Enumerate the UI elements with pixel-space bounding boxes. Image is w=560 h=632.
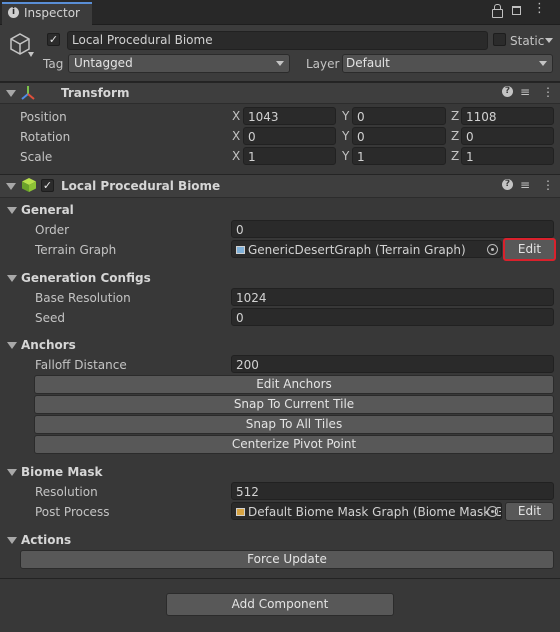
- terrain-graph-label: Terrain Graph: [35, 243, 117, 257]
- mask-resolution-field[interactable]: 512: [231, 482, 554, 500]
- seed-label: Seed: [35, 311, 65, 325]
- falloff-distance-label: Falloff Distance: [35, 358, 127, 372]
- mask-resolution-label: Resolution: [35, 485, 98, 499]
- graph-asset-icon: [236, 508, 245, 516]
- position-y-field[interactable]: 0: [352, 107, 446, 125]
- rotation-z-field[interactable]: 0: [461, 127, 554, 145]
- snap-to-current-tile-button[interactable]: Snap To Current Tile: [34, 395, 554, 414]
- tab-title: Inspector: [24, 6, 80, 20]
- presets-icon[interactable]: ≡: [520, 178, 530, 192]
- component-title: Local Procedural Biome: [61, 179, 221, 193]
- snap-to-all-tiles-button[interactable]: Snap To All Tiles: [34, 415, 554, 434]
- position-z-field[interactable]: 1108: [461, 107, 554, 125]
- lock-icon[interactable]: [492, 9, 503, 18]
- foldout-arrow-icon[interactable]: [7, 342, 17, 349]
- static-checkbox[interactable]: [493, 33, 506, 46]
- more-menu-icon[interactable]: ⋮: [542, 85, 554, 99]
- terrain-graph-edit-button[interactable]: Edit: [503, 238, 556, 261]
- foldout-arrow-icon[interactable]: [7, 275, 17, 282]
- order-field[interactable]: 0: [231, 220, 554, 238]
- biome-mask-header[interactable]: Biome Mask: [21, 464, 103, 480]
- transform-title: Transform: [61, 86, 130, 100]
- falloff-distance-field[interactable]: 200: [231, 355, 554, 373]
- scale-label: Scale: [20, 150, 53, 164]
- maximize-icon[interactable]: [512, 6, 521, 15]
- scale-x-field[interactable]: 1: [243, 147, 336, 165]
- chevron-down-icon: [276, 61, 284, 66]
- anchors-header[interactable]: Anchors: [21, 337, 76, 353]
- component-enabled-checkbox[interactable]: ✓: [41, 179, 54, 192]
- biome-cube-icon: [22, 178, 36, 192]
- foldout-arrow-icon[interactable]: [7, 207, 17, 214]
- foldout-arrow-icon[interactable]: [7, 537, 17, 544]
- active-checkbox[interactable]: ✓: [47, 33, 60, 46]
- position-label: Position: [20, 110, 67, 124]
- z-axis-label[interactable]: Z: [451, 147, 459, 165]
- foldout-arrow-icon[interactable]: [6, 183, 16, 190]
- scale-y-field[interactable]: 1: [352, 147, 446, 165]
- foldout-arrow-icon[interactable]: [6, 90, 16, 97]
- more-menu-icon[interactable]: ⋮: [533, 2, 546, 16]
- y-axis-label[interactable]: Y: [342, 127, 349, 145]
- position-x-field[interactable]: 1043: [243, 107, 336, 125]
- object-picker-icon[interactable]: [487, 244, 498, 255]
- edit-anchors-button[interactable]: Edit Anchors: [34, 375, 554, 394]
- actions-header[interactable]: Actions: [21, 532, 71, 548]
- scale-z-field[interactable]: 1: [461, 147, 554, 165]
- static-label: Static: [510, 34, 545, 48]
- rotation-label: Rotation: [20, 130, 71, 144]
- rotation-y-field[interactable]: 0: [352, 127, 446, 145]
- force-update-button[interactable]: Force Update: [20, 550, 554, 569]
- x-axis-label[interactable]: X: [232, 107, 240, 125]
- rotation-x-field[interactable]: 0: [243, 127, 336, 145]
- more-menu-icon[interactable]: ⋮: [542, 178, 554, 192]
- z-axis-label[interactable]: Z: [451, 107, 459, 125]
- icon-dropdown-arrow[interactable]: [28, 52, 34, 57]
- object-name-field[interactable]: Local Procedural Biome: [67, 31, 488, 50]
- post-process-label: Post Process: [35, 505, 110, 519]
- centerize-pivot-point-button[interactable]: Centerize Pivot Point: [34, 435, 554, 454]
- chevron-down-icon: [539, 61, 547, 66]
- tag-dropdown[interactable]: Untagged: [68, 54, 290, 73]
- add-component-button[interactable]: Add Component: [166, 593, 394, 616]
- base-resolution-label: Base Resolution: [35, 291, 131, 305]
- z-axis-label[interactable]: Z: [451, 127, 459, 145]
- order-label: Order: [35, 223, 70, 237]
- tag-label: Tag: [43, 57, 64, 71]
- tag-value: Untagged: [74, 56, 133, 70]
- presets-icon[interactable]: ≡: [520, 85, 530, 99]
- general-header[interactable]: General: [21, 202, 74, 218]
- divider: [0, 578, 560, 579]
- base-resolution-field[interactable]: 1024: [231, 288, 554, 306]
- seed-field[interactable]: 0: [231, 308, 554, 326]
- lock-shackle: [494, 4, 501, 10]
- tab-inspector[interactable]: i Inspector: [2, 2, 92, 25]
- terrain-graph-value: GenericDesertGraph (Terrain Graph): [248, 243, 466, 257]
- help-icon[interactable]: ?: [502, 179, 513, 190]
- info-icon: i: [8, 7, 19, 18]
- layer-value: Default: [346, 56, 390, 70]
- x-axis-label[interactable]: X: [232, 127, 240, 145]
- post-process-value: Default Biome Mask Graph (Biome Mask G: [248, 505, 502, 519]
- terrain-graph-field[interactable]: GenericDesertGraph (Terrain Graph): [231, 240, 502, 258]
- y-axis-label[interactable]: Y: [342, 107, 349, 125]
- edit-label: Edit: [517, 504, 542, 518]
- generation-configs-header[interactable]: Generation Configs: [21, 270, 151, 286]
- x-axis-label[interactable]: X: [232, 147, 240, 165]
- help-icon[interactable]: ?: [502, 86, 513, 97]
- edit-label: Edit: [517, 242, 542, 256]
- layer-dropdown[interactable]: Default: [342, 54, 553, 73]
- transform-axes-icon: [21, 86, 35, 100]
- y-axis-label[interactable]: Y: [342, 147, 349, 165]
- post-process-edit-button[interactable]: Edit: [505, 502, 554, 521]
- graph-asset-icon: [236, 246, 245, 254]
- foldout-arrow-icon[interactable]: [7, 469, 17, 476]
- post-process-field[interactable]: Default Biome Mask Graph (Biome Mask G: [231, 502, 502, 520]
- static-dropdown-arrow[interactable]: [545, 38, 553, 43]
- layer-label: Layer: [306, 57, 340, 71]
- object-picker-icon[interactable]: [487, 506, 498, 517]
